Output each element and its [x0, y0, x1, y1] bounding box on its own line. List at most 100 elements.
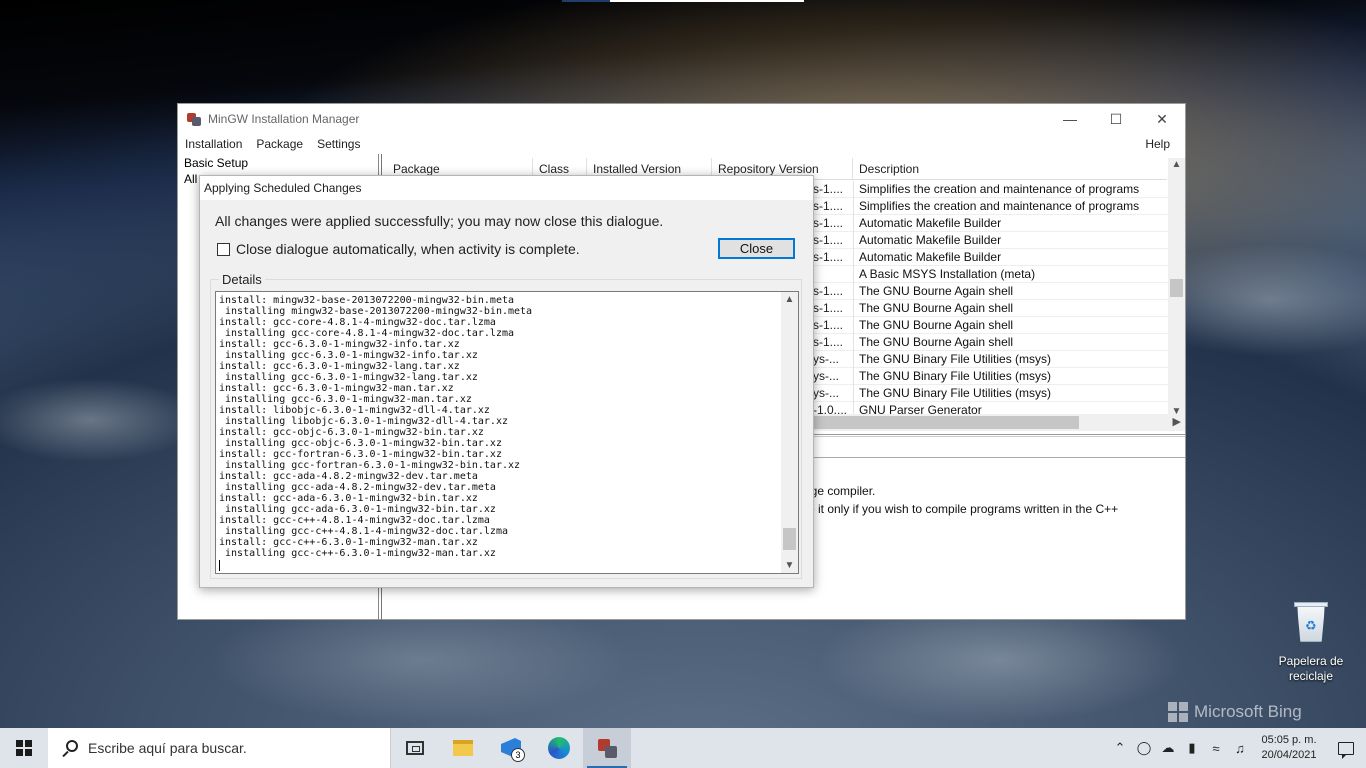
package-description-line2: re it only if you wish to compile progra… [804, 502, 1119, 516]
windows-start-icon[interactable] [16, 740, 32, 756]
menu-help[interactable]: Help [1138, 137, 1177, 151]
log-line: installing gcc-fortran-6.3.0-1-mingw32-b… [219, 460, 521, 471]
microsoft-logo-icon [1168, 702, 1188, 722]
log-scroll-thumb[interactable] [783, 528, 796, 550]
category-basic-setup[interactable]: Basic Setup [184, 156, 248, 170]
log-line: installing gcc-6.3.0-1-mingw32-info.tar.… [219, 350, 478, 361]
system-tray: ⌃ ◯ ☁ ▮ ≈ ♫ 05:05 p. m. 20/04/2021 [1108, 728, 1366, 768]
package-description: Automatic Makefile Builder [859, 233, 1002, 247]
text-caret [219, 560, 220, 571]
onedrive-icon[interactable]: ☁ [1156, 728, 1180, 768]
applying-changes-dialog: Applying Scheduled Changes All changes w… [199, 175, 814, 588]
file-explorer-icon [453, 740, 473, 756]
battery-icon[interactable]: ▮ [1180, 728, 1204, 768]
package-repo-version: s-1.... [813, 182, 844, 196]
log-line: installing gcc-c++-4.8.1-4-mingw32-doc.t… [219, 526, 508, 537]
package-description: The GNU Binary File Utilities (msys) [859, 352, 1052, 366]
wifi-icon[interactable]: ≈ [1204, 728, 1228, 768]
recycle-bin[interactable]: ♻ Papelera de reciclaje [1272, 600, 1350, 684]
package-repo-version: s-1.... [813, 216, 844, 230]
category-all-packages[interactable]: All [184, 172, 197, 186]
package-description: The GNU Binary File Utilities (msys) [859, 386, 1052, 400]
package-description: The GNU Bourne Again shell [859, 301, 1014, 315]
package-repo-version: s-1.... [813, 233, 844, 247]
top-window-strip-accent [562, 0, 610, 2]
auto-close-option[interactable]: Close dialogue automatically, when activ… [217, 241, 580, 257]
log-line: install: gcc-fortran-6.3.0-1-mingw32-bin… [219, 449, 502, 460]
column-description[interactable]: Description [853, 158, 1167, 179]
log-line: installing gcc-ada-6.3.0-1-mingw32-bin.t… [219, 504, 496, 515]
menu-settings[interactable]: Settings [310, 137, 367, 151]
log-line: installing libobjc-6.3.0-1-mingw32-dll-4… [219, 416, 508, 427]
package-description: The GNU Bourne Again shell [859, 335, 1014, 349]
scroll-right-icon[interactable]: ▶ [1173, 415, 1181, 428]
log-line: installing gcc-c++-6.3.0-1-mingw32-man.t… [219, 548, 496, 559]
log-line: install: mingw32-base-2013072200-mingw32… [219, 295, 515, 306]
package-description: The GNU Binary File Utilities (msys) [859, 369, 1052, 383]
recycle-bin-label[interactable]: Papelera de reciclaje [1272, 654, 1350, 684]
package-description: The GNU Bourne Again shell [859, 318, 1014, 332]
close-button[interactable]: Close [718, 238, 795, 259]
mingw-app-icon [186, 111, 202, 127]
mingw-taskbar-button[interactable] [583, 728, 631, 768]
file-explorer-button[interactable] [439, 728, 487, 768]
log-line: installing gcc-6.3.0-1-mingw32-man.tar.x… [219, 394, 472, 405]
start-button[interactable] [0, 728, 48, 768]
vscode-button[interactable]: 3 [487, 728, 535, 768]
log-line: installing gcc-core-4.8.1-4-mingw32-doc.… [219, 328, 515, 339]
title-bar[interactable]: MinGW Installation Manager — ☐ ✕ [178, 104, 1185, 134]
details-group: Details install: mingw32-base-2013072200… [210, 272, 802, 579]
package-description-line1: age compiler. [804, 484, 876, 498]
bing-watermark: Microsoft Bing [1168, 702, 1302, 722]
maximize-button[interactable]: ☐ [1093, 104, 1139, 134]
close-window-button[interactable]: ✕ [1139, 104, 1185, 134]
log-line: install: gcc-6.3.0-1-mingw32-lang.tar.xz [219, 361, 460, 372]
notification-button[interactable] [1326, 728, 1366, 768]
hscroll-thumb[interactable] [813, 416, 1079, 429]
meet-now-icon[interactable]: ◯ [1132, 728, 1156, 768]
window-title: MinGW Installation Manager [208, 112, 360, 126]
log-line: install: libobjc-6.3.0-1-mingw32-dll-4.t… [219, 405, 490, 416]
package-list-vscrollbar[interactable]: ▲ ▼ [1168, 158, 1185, 418]
auto-close-checkbox[interactable] [217, 242, 230, 256]
log-line: install: gcc-objc-6.3.0-1-mingw32-bin.ta… [219, 427, 484, 438]
volume-icon[interactable]: ♫ [1228, 728, 1252, 768]
task-view-icon [406, 741, 424, 755]
menu-package[interactable]: Package [249, 137, 310, 151]
menu-bar: Installation Package Settings Help [178, 134, 1185, 154]
package-description: Automatic Makefile Builder [859, 216, 1002, 230]
log-lines: install: mingw32-base-2013072200-mingw32… [219, 295, 779, 559]
search-placeholder[interactable]: Escribe aquí para buscar. [88, 740, 247, 756]
log-scrollbar[interactable]: ▲ ▼ [781, 292, 798, 573]
task-view-button[interactable] [391, 728, 439, 768]
details-label: Details [219, 272, 265, 287]
mingw-icon [597, 738, 617, 758]
vscode-window-count: 3 [511, 748, 525, 762]
taskbar: Escribe aquí para buscar. 3 ⌃ ◯ ☁ ▮ ≈ ♫ … [0, 728, 1366, 768]
package-list-hscrollbar[interactable]: ▶ [813, 414, 1185, 431]
notification-icon [1338, 741, 1354, 759]
menu-installation[interactable]: Installation [178, 137, 249, 151]
package-repo-version: s-1.... [813, 284, 844, 298]
package-repo-version: s-1.... [813, 335, 844, 349]
clock[interactable]: 05:05 p. m. 20/04/2021 [1252, 733, 1326, 763]
taskbar-search[interactable]: Escribe aquí para buscar. [48, 728, 391, 768]
dialog-title: Applying Scheduled Changes [200, 176, 813, 200]
scroll-thumb[interactable] [1170, 279, 1183, 297]
minimize-button[interactable]: — [1047, 104, 1093, 134]
package-repo-version: s-1.... [813, 301, 844, 315]
clock-time: 05:05 p. m. [1261, 734, 1317, 746]
edge-button[interactable] [535, 728, 583, 768]
log-line: installing gcc-ada-4.8.2-mingw32-dev.tar… [219, 482, 496, 493]
package-repo-version: ys-... [813, 352, 839, 366]
scroll-up-icon[interactable]: ▲ [1168, 159, 1185, 170]
log-line: install: gcc-6.3.0-1-mingw32-man.tar.xz [219, 383, 454, 394]
chevron-up-icon[interactable]: ⌃ [1108, 728, 1132, 768]
recycle-bin-icon[interactable]: ♻ [1293, 600, 1329, 644]
log-scroll-up-icon[interactable]: ▲ [781, 294, 798, 305]
details-log[interactable]: install: mingw32-base-2013072200-mingw32… [215, 291, 799, 574]
auto-close-label[interactable]: Close dialogue automatically, when activ… [236, 241, 580, 257]
log-line: installing gcc-objc-6.3.0-1-mingw32-bin.… [219, 438, 502, 449]
log-line: install: gcc-c++-4.8.1-4-mingw32-doc.tar… [219, 515, 490, 526]
log-scroll-down-icon[interactable]: ▼ [781, 560, 798, 571]
